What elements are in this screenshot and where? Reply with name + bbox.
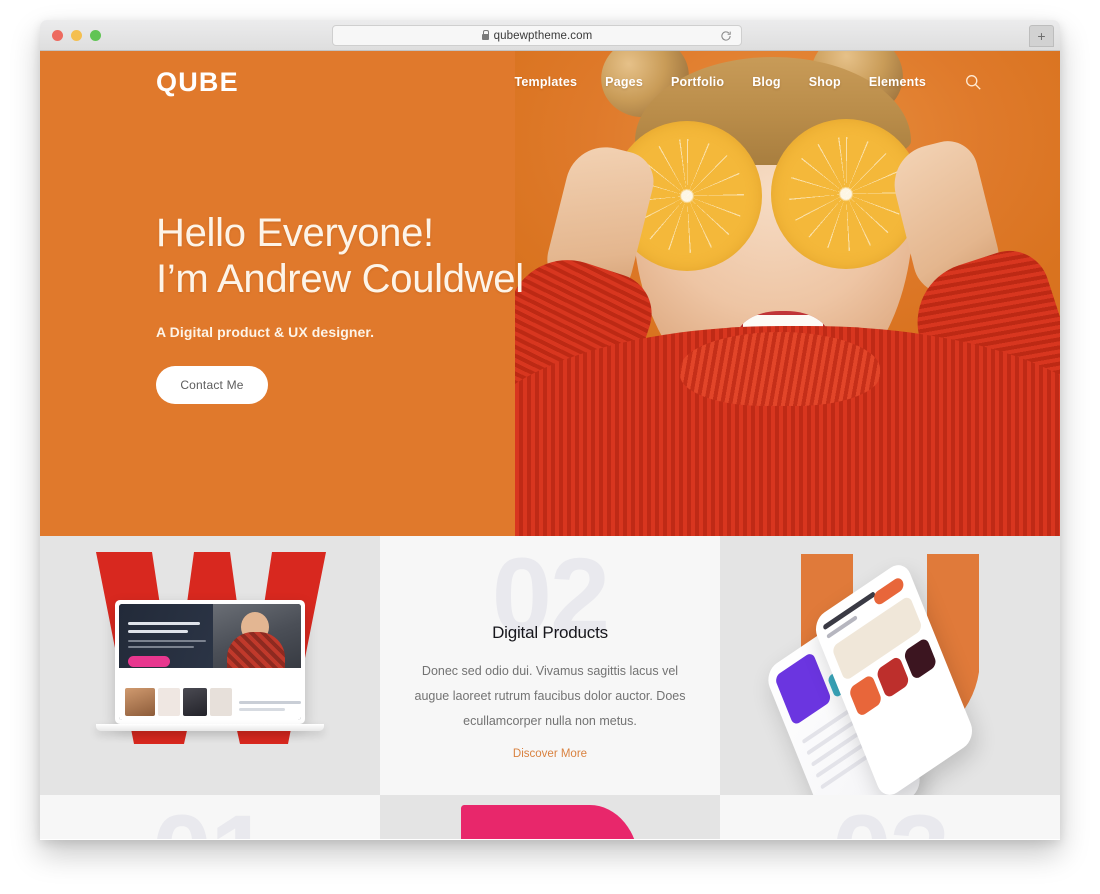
reload-icon[interactable] <box>720 30 732 42</box>
card-title: Digital Products <box>492 623 608 642</box>
minimize-window-button[interactable] <box>71 29 82 41</box>
model-sweater <box>515 326 1060 536</box>
feature-card-partial-pink[interactable] <box>380 795 720 839</box>
phone-back-purple-block <box>774 650 833 726</box>
nav-item-blog[interactable]: Blog <box>752 75 781 89</box>
search-icon[interactable] <box>964 73 982 91</box>
browser-window: qubewptheme.com + QUBE Templates Pages P… <box>40 20 1060 840</box>
nav-item-shop[interactable]: Shop <box>809 75 841 89</box>
phone-tile-dark <box>902 636 938 681</box>
phone-mockups <box>763 558 1000 795</box>
nav-item-portfolio[interactable]: Portfolio <box>671 75 724 89</box>
card-body: Digital Products Donec sed odio dui. Viv… <box>380 623 720 762</box>
contact-me-button[interactable]: Contact Me <box>156 366 268 405</box>
mockup-headline-line-2 <box>128 630 188 633</box>
card-watermark-number: 01 <box>152 799 270 840</box>
zoom-window-button[interactable] <box>90 29 101 41</box>
nav-item-templates[interactable]: Templates <box>514 75 577 89</box>
laptop-screen-content <box>119 604 301 720</box>
nav-item-elements[interactable]: Elements <box>869 75 926 89</box>
site-navbar: QUBE Templates Pages Portfolio Blog Shop… <box>40 51 1060 113</box>
phone-tile-red <box>875 654 911 699</box>
feature-card-phones[interactable] <box>720 536 1060 795</box>
address-bar-url: qubewptheme.com <box>493 29 593 42</box>
feature-card-partial-03[interactable]: 03 <box>720 795 1060 839</box>
hero-title: Hello Everyone! I’m Andrew Couldwel <box>156 211 524 301</box>
discover-more-link[interactable]: Discover More <box>513 748 587 760</box>
pink-graphic <box>461 805 639 839</box>
nav-links: Templates Pages Portfolio Blog Shop Elem… <box>514 73 1060 91</box>
mockup-thumb-3 <box>183 688 207 716</box>
phone-tile-orange <box>848 673 883 718</box>
close-window-button[interactable] <box>52 29 63 41</box>
hero-subtitle: A Digital product & UX designer. <box>156 324 375 341</box>
mockup-body-line-1 <box>128 640 206 642</box>
feature-card-partial-01[interactable]: 01 <box>40 795 380 839</box>
mockup-caption-line-2 <box>239 708 285 711</box>
mockup-caption-line-1 <box>239 701 301 704</box>
nav-item-pages[interactable]: Pages <box>605 75 643 89</box>
lock-icon <box>481 30 490 40</box>
mockup-headline-line-1 <box>128 622 200 625</box>
card-description: Donec sed odio dui. Vivamus sagittis lac… <box>414 664 686 728</box>
feature-card-laptop[interactable] <box>40 536 380 795</box>
hero-image <box>515 51 1060 536</box>
laptop-screen <box>115 600 305 724</box>
laptop-mockup <box>96 600 324 731</box>
card-watermark-number: 03 <box>832 799 950 840</box>
laptop-base <box>96 724 324 731</box>
site-logo[interactable]: QUBE <box>156 67 239 98</box>
mockup-cta-button <box>128 656 170 667</box>
address-bar[interactable]: qubewptheme.com <box>332 25 742 46</box>
mockup-lower-area <box>119 668 301 720</box>
mockup-thumb-2 <box>158 688 180 716</box>
browser-titlebar: qubewptheme.com + <box>40 20 1060 51</box>
new-tab-button[interactable]: + <box>1029 25 1054 47</box>
page-viewport: QUBE Templates Pages Portfolio Blog Shop… <box>40 51 1060 839</box>
mockup-body-line-2 <box>128 646 194 648</box>
mockup-thumb-4 <box>210 688 232 716</box>
feature-card-digital-products[interactable]: 02 Digital Products Donec sed odio dui. … <box>380 536 720 795</box>
window-traffic-lights <box>52 29 101 41</box>
hero-copy: Hello Everyone! I’m Andrew Couldwel A Di… <box>156 211 524 405</box>
hero-section: QUBE Templates Pages Portfolio Blog Shop… <box>40 51 1060 536</box>
mockup-photo-head <box>241 612 269 642</box>
mockup-thumb-1 <box>125 688 155 716</box>
feature-grid: 02 Digital Products Donec sed odio dui. … <box>40 536 1060 839</box>
